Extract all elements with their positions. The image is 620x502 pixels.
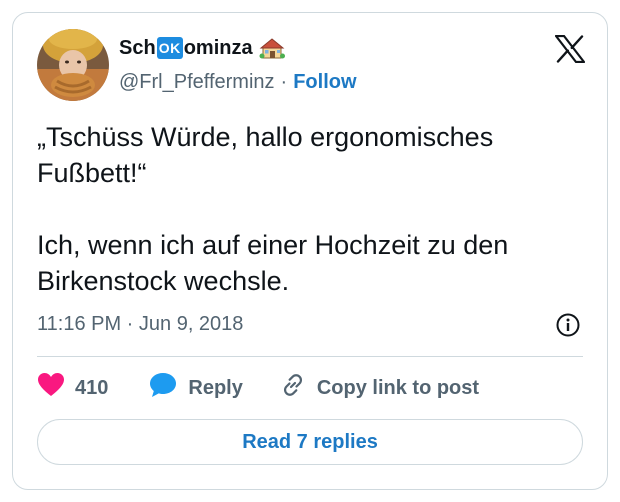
house-icon: [259, 37, 285, 59]
ok-badge: OK: [156, 37, 183, 59]
author-handle-row: @Frl_Pfefferminz · Follow: [119, 69, 357, 95]
tweet-text: „Tschüss Würde, hallo ergonomisches Fußb…: [37, 122, 509, 296]
follow-link[interactable]: Follow: [293, 69, 356, 95]
author-name[interactable]: Sch OK ominza: [119, 35, 285, 61]
like-count: 410: [75, 376, 109, 399]
like-button[interactable]: 410: [37, 372, 108, 404]
reply-button[interactable]: Reply: [148, 371, 243, 405]
copy-link-button[interactable]: Copy link to post: [279, 371, 479, 405]
heart-icon: [37, 372, 65, 404]
author-name-suffix: ominza: [183, 37, 253, 59]
tweet-card: Sch OK ominza @Frl_Pfefferminz · Follow …: [12, 12, 608, 490]
x-logo-icon[interactable]: [554, 34, 586, 64]
copy-link-label: Copy link to post: [316, 376, 480, 399]
divider: [37, 356, 583, 357]
reply-label: Reply: [188, 376, 243, 399]
speech-bubble-icon: [148, 371, 178, 405]
tweet-timestamp[interactable]: 11:16 PM · Jun 9, 2018: [37, 311, 243, 337]
author-name-prefix: Sch: [119, 37, 156, 59]
avatar-image: [37, 29, 109, 101]
author-handle[interactable]: @Frl_Pfefferminz: [119, 69, 275, 95]
avatar[interactable]: [37, 29, 109, 101]
link-icon: [279, 371, 307, 405]
info-icon[interactable]: [555, 312, 581, 338]
read-replies-button[interactable]: Read 7 replies: [37, 419, 583, 465]
action-bar: 410 Reply Copy link to post: [37, 371, 479, 405]
separator-dot: ·: [280, 71, 288, 93]
